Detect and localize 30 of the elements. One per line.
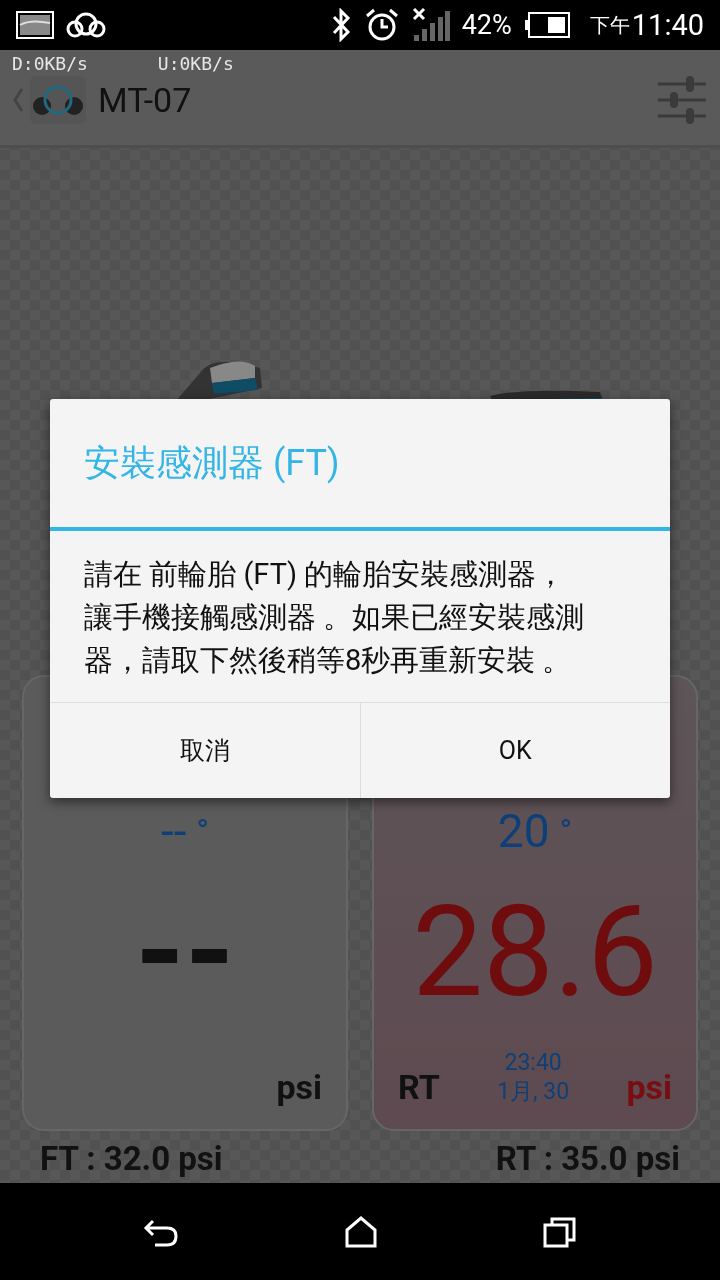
app-title: MT-07 [98, 80, 192, 120]
battery-icon [523, 12, 570, 38]
cancel-button[interactable]: 取消 [50, 703, 360, 798]
time-period: 下午 [589, 11, 630, 39]
temperature-value: -- [160, 804, 187, 858]
home-icon[interactable] [344, 1215, 378, 1248]
alarm-icon [363, 7, 400, 43]
battery-percent: 42% [461, 9, 512, 41]
pressure-value: 28.6 [412, 878, 658, 1026]
download-rate: D:0KB/s [12, 53, 88, 74]
recents-icon[interactable] [543, 1215, 578, 1248]
pressure-unit: psi [276, 1067, 322, 1107]
upload-rate: U:0KB/s [157, 53, 234, 74]
temperature-unit: ° [559, 811, 573, 851]
reading-date: 1月, 30 [497, 1077, 570, 1107]
app-logo-icon [66, 11, 106, 39]
target-pressure: FT : 32.0 psi [40, 1139, 223, 1180]
gallery-icon [16, 11, 54, 39]
temperature-unit: ° [196, 811, 210, 851]
pressure-value: -- [135, 878, 235, 1026]
reading-time: 23:40 [504, 1049, 562, 1076]
tire-label: RT [398, 1067, 440, 1107]
temperature-value: 20 [497, 804, 550, 858]
ok-button[interactable]: OK [359, 703, 670, 798]
dialog-message: 請在 前輪胎 (FT) 的輪胎安裝感測器，讓手機接觸感測器 。如果已經安裝感測器，請取下然後稍等8秒再重新安裝 。 [83, 556, 586, 679]
pressure-unit: psi [626, 1067, 672, 1107]
target-pressure: RT : 35.0 psi [495, 1139, 680, 1180]
dialog-title: 安裝感測器 (FT) [83, 441, 341, 486]
signal-icon [411, 7, 450, 43]
clock-time: 11:40 [631, 8, 704, 42]
